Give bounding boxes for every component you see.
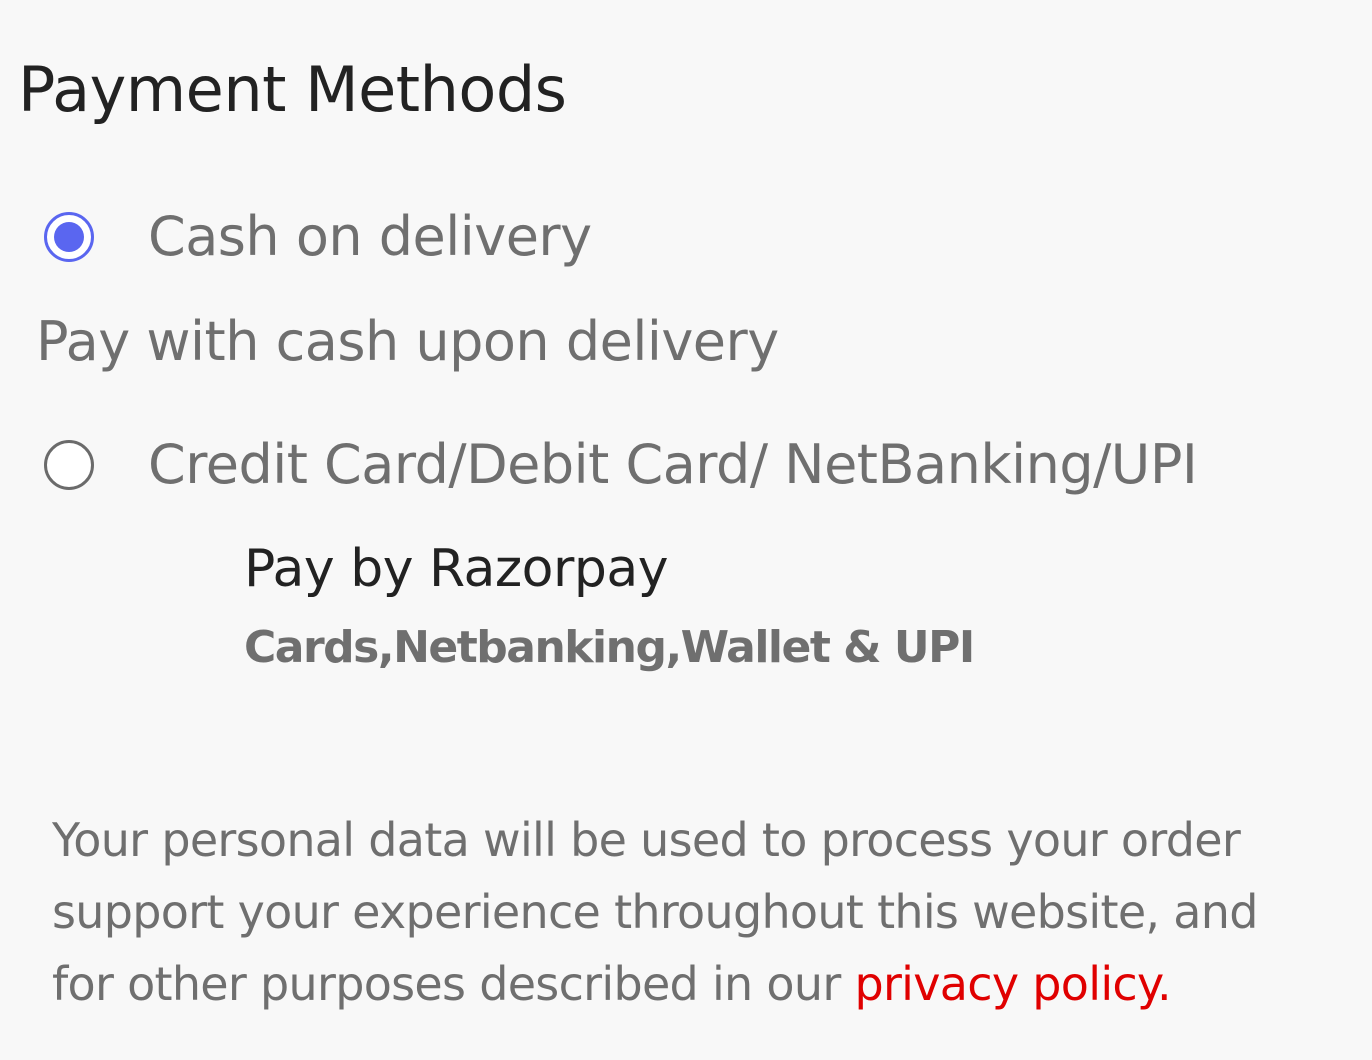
- card-netbanking-upi-label: Credit Card/Debit Card/ NetBanking/UPI: [148, 433, 1198, 496]
- privacy-notice-line: for other purposes described in our priv…: [52, 948, 1352, 1020]
- privacy-notice-text: for other purposes described in our: [52, 957, 855, 1011]
- card-netbanking-upi-radio[interactable]: [44, 440, 94, 490]
- payment-option-cash-on-delivery[interactable]: Cash on delivery: [44, 201, 592, 273]
- privacy-notice-line: support your experience throughout this …: [52, 885, 1258, 939]
- privacy-notice-line: Your personal data will be used to proce…: [52, 813, 1241, 867]
- cash-on-delivery-radio[interactable]: [44, 212, 94, 262]
- cash-on-delivery-label: Cash on delivery: [148, 205, 592, 268]
- privacy-notice: Your personal data will be used to proce…: [52, 804, 1352, 1020]
- payment-option-card-netbanking-upi[interactable]: Credit Card/Debit Card/ NetBanking/UPI: [44, 429, 1198, 501]
- page-title: Payment Methods: [18, 53, 567, 126]
- razorpay-subtitle: Cards,Netbanking,Wallet & UPI: [244, 622, 975, 673]
- razorpay-title: Pay by Razorpay: [244, 539, 669, 599]
- cash-on-delivery-description: Pay with cash upon delivery: [36, 310, 779, 373]
- privacy-policy-link[interactable]: privacy policy.: [854, 957, 1171, 1011]
